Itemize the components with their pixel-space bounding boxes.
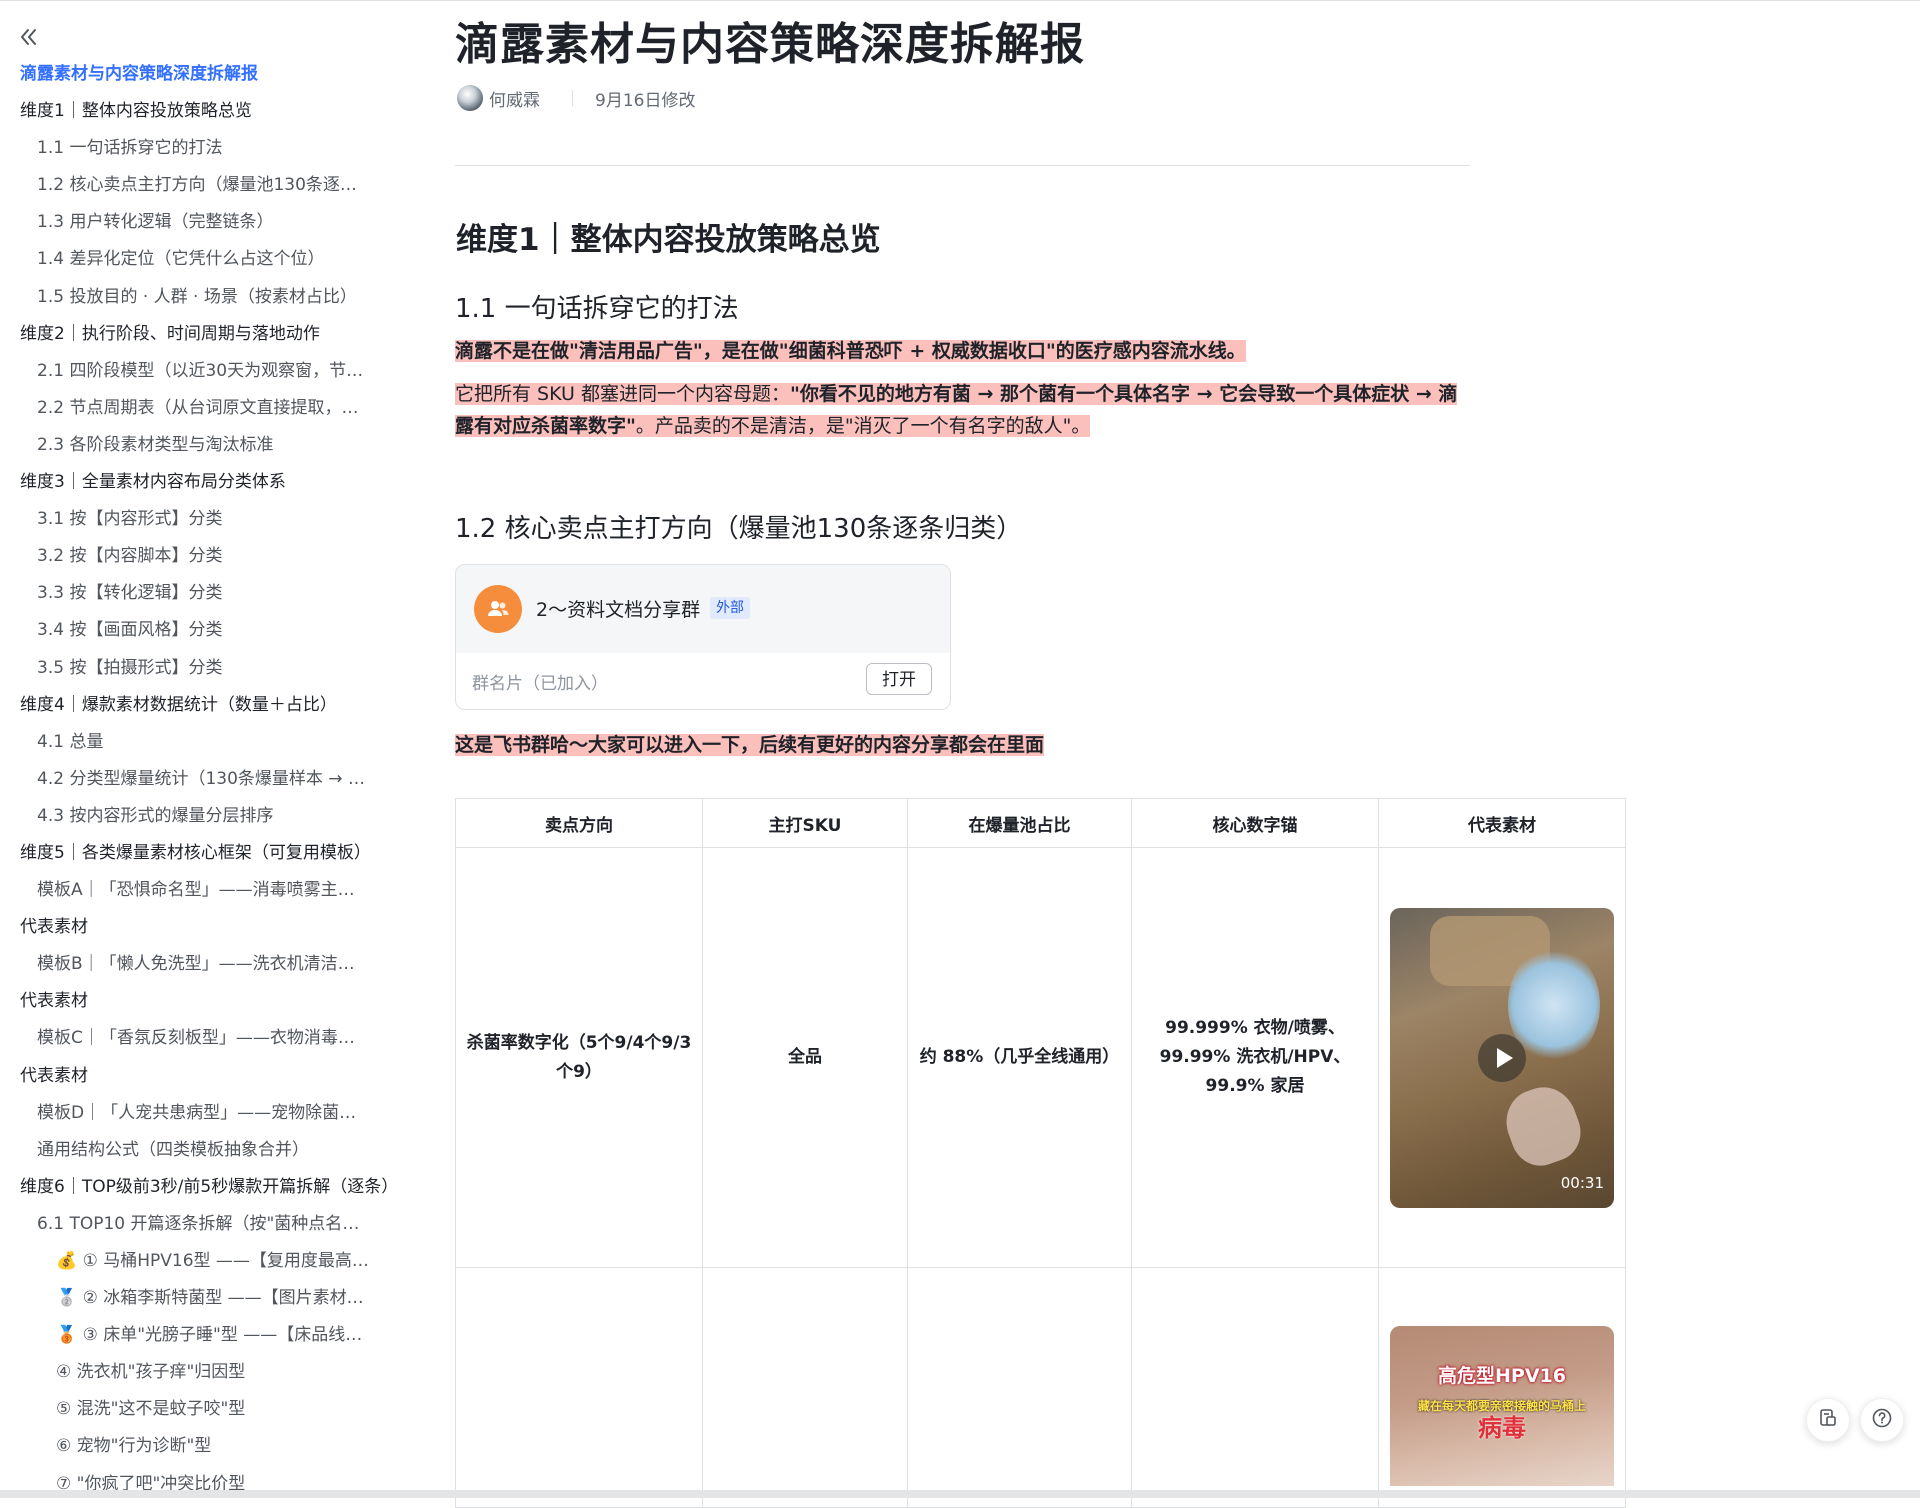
document-title: 滴露素材与内容策略深度拆解报 — [455, 19, 1085, 70]
outline-item[interactable]: 模板C｜「香氛反刻板型」——衣物消毒液模板 — [0, 1020, 370, 1057]
highlight-summary: 滴露不是在做"清洁用品广告"，是在做"细菌科普恐吓 + 权威数据收口"的医疗感内… — [455, 340, 1246, 362]
selling-points-table: 卖点方向 主打SKU 在爆量池占比 核心数字锚 代表素材 杀菌率数字化（5个9/… — [455, 798, 1626, 1508]
meta-divider — [572, 90, 573, 106]
outline-item[interactable]: 1.3 用户转化逻辑（完整链条） — [0, 204, 370, 241]
outline-item[interactable]: ⑦ "你疯了吧"冲突比价型 — [0, 1466, 370, 1490]
table-row: 杀菌率数字化（5个9/4个9/3个9） 全品 约 88%（几乎全线通用） 99.… — [455, 847, 1626, 1268]
table-cell — [1131, 1267, 1379, 1508]
outline-item[interactable]: 模板B｜「懒人免洗型」——洗衣机清洁液模板 — [0, 946, 370, 983]
table-cell — [702, 1267, 908, 1508]
open-group-button[interactable]: 打开 — [866, 663, 932, 695]
video-thumbnail[interactable]: 00:31 — [1390, 907, 1614, 1208]
table-cell: 全品 — [702, 847, 908, 1268]
thumbnail-hand — [1497, 1077, 1589, 1174]
outline-item[interactable]: 🥈 ② 冰箱李斯特菌型 ——【图片素材命中率高】 — [0, 1280, 370, 1317]
group-card-status: 群名片（已加入） — [472, 674, 608, 694]
outline-item[interactable]: 4.2 分类型爆量统计（130条爆量样本 → 分类） — [0, 761, 370, 798]
author-name[interactable]: 何威霖 — [489, 86, 540, 111]
outline-item[interactable]: 6.1 TOP10 开篇逐条拆解（按"菌种点名＋场景"） — [0, 1206, 370, 1243]
table-header: 代表素材 — [1378, 798, 1626, 848]
outline-item[interactable]: 4.1 总量 — [0, 724, 370, 761]
outline-item[interactable]: 1.1 一句话拆穿它的打法 — [0, 130, 370, 167]
external-badge: 外部 — [710, 597, 750, 619]
table-cell — [455, 1267, 703, 1508]
document-meta: 何威霖 9月16日修改 — [457, 84, 695, 112]
outline-item[interactable]: 维度4｜爆款素材数据统计（数量＋占比） — [0, 687, 400, 724]
table-header-row: 卖点方向 主打SKU 在爆量池占比 核心数字锚 代表素材 — [455, 798, 1626, 848]
outline-item[interactable]: 1.5 投放目的 · 人群 · 场景（按素材占比） — [0, 279, 370, 316]
thumbnail-caption-1: 高危型HPV16 — [1438, 1365, 1566, 1387]
table-cell-media: 00:31 — [1378, 847, 1626, 1268]
thumbnail-caption-3: 病毒 — [1478, 1414, 1526, 1442]
table-cell-media: 高危型HPV16 藏在每天都要亲密接触的马桶上 病毒 — [1378, 1267, 1626, 1508]
group-note: 这是飞书群哈～大家可以进入一下，后续有更好的内容分享都会在里面 — [455, 734, 1045, 756]
outline-item[interactable]: 通用结构公式（四类模板抽象合并） — [0, 1132, 370, 1169]
outline-item[interactable]: 3.4 按【画面风格】分类 — [0, 612, 370, 649]
outline-item[interactable]: ⑥ 宠物"行为诊断"型 — [0, 1428, 370, 1465]
play-icon[interactable] — [1478, 1033, 1526, 1082]
group-users-icon — [474, 585, 522, 633]
outline-item[interactable]: 3.3 按【转化逻辑】分类 — [0, 575, 370, 612]
table-cell: 杀菌率数字化（5个9/4个9/3个9） — [455, 847, 703, 1268]
outline-item[interactable]: 维度3｜全量素材内容布局分类体系 — [0, 464, 400, 501]
collapse-sidebar-icon[interactable] — [16, 24, 42, 50]
group-name: 2～资料文档分享群 — [536, 599, 701, 621]
outline-item[interactable]: 4.3 按内容形式的爆量分层排序 — [0, 798, 370, 835]
outline-sidebar: 滴露素材与内容策略深度拆解报 维度1｜整体内容投放策略总览 1.1 一句话拆穿它的打… — [0, 0, 400, 1490]
group-card[interactable]: 2～资料文档分享群 外部 群名片（已加入） 打开 — [455, 564, 951, 710]
table-row: 高危型HPV16 藏在每天都要亲密接触的马桶上 病毒 — [455, 1267, 1626, 1508]
highlight-paragraph: 它把所有 SKU 都塞进同一个内容母题："你看不见的地方有菌 → 那个菌有一个具… — [455, 383, 1458, 437]
outline-item[interactable]: 3.5 按【拍摄形式】分类 — [0, 650, 370, 687]
outline-item[interactable]: 维度5｜各类爆量素材核心框架（可复用模板） — [0, 835, 400, 872]
outline-item[interactable]: 1.4 差异化定位（它凭什么占这个位） — [0, 241, 370, 278]
video-duration: 00:31 — [1560, 1173, 1604, 1192]
modified-time: 9月16日修改 — [595, 90, 696, 111]
outline-item[interactable]: 滴露素材与内容策略深度拆解报 — [0, 56, 400, 93]
outline-item[interactable]: 2.1 四阶段模型（以近30天为观察窗，节奏拆解） — [0, 353, 370, 390]
outline-item[interactable]: ⑤ 混洗"这不是蚊子咬"型 — [0, 1391, 370, 1428]
outline-item[interactable]: 维度6｜TOP级前3秒/前5秒爆款开篇拆解（逐条） — [0, 1169, 400, 1206]
heading-dimension-1: 维度1｜整体内容投放策略总览 — [456, 222, 881, 258]
group-card-header: 2～资料文档分享群 外部 — [456, 565, 950, 653]
doc-gesture-icon — [1818, 1408, 1838, 1432]
outline-item[interactable]: 维度2｜执行阶段、时间周期与落地动作 — [0, 316, 400, 353]
video-thumbnail-2[interactable]: 高危型HPV16 藏在每天都要亲密接触的马桶上 病毒 — [1390, 1326, 1614, 1486]
outline-item[interactable]: ④ 洗衣机"孩子痒"归因型 — [0, 1354, 370, 1391]
outline-item[interactable]: 代表素材 — [0, 983, 400, 1020]
table-header: 在爆量池占比 — [907, 798, 1132, 848]
outline-item[interactable]: 代表素材 — [0, 1058, 400, 1095]
outline-item[interactable]: 维度1｜整体内容投放策略总览 — [0, 93, 400, 130]
table-header: 主打SKU — [702, 798, 908, 848]
outline-item[interactable]: 3.2 按【内容脚本】分类 — [0, 538, 370, 575]
author-avatar[interactable] — [457, 85, 483, 111]
outline-item[interactable]: 代表素材 — [0, 909, 400, 946]
table-cell: 99.999% 衣物/喷雾、99.99% 洗衣机/HPV、99.9% 家居 — [1131, 847, 1379, 1268]
outline-item[interactable]: 3.1 按【内容形式】分类 — [0, 501, 370, 538]
outline-item[interactable]: 2.2 节点周期表（从台词原文直接提取，按时间） — [0, 390, 370, 427]
table-cell — [907, 1267, 1132, 1508]
help-icon — [1871, 1407, 1893, 1433]
heading-1-1: 1.1 一句话拆穿它的打法 — [455, 294, 739, 324]
table-header: 卖点方向 — [455, 798, 703, 848]
outline-item[interactable]: 模板A｜「恐惧命名型」——消毒喷雾主力模板 — [0, 872, 370, 909]
outline-item[interactable]: 💰 ① 马桶HPV16型 ——【复用度最高，主力】 — [0, 1243, 370, 1280]
title-divider — [455, 165, 1470, 166]
heading-1-2: 1.2 核心卖点主打方向（爆量池130条逐条归类） — [455, 514, 1023, 544]
bottom-scrollbar[interactable] — [0, 1490, 1920, 1498]
doc-gesture-button[interactable] — [1806, 1398, 1850, 1442]
outline-item[interactable]: 2.3 各阶段素材类型与淘汰标准 — [0, 427, 370, 464]
outline-list: 滴露素材与内容策略深度拆解报 维度1｜整体内容投放策略总览 1.1 一句话拆穿它的打… — [0, 56, 400, 1490]
table-cell: 约 88%（几乎全线通用） — [907, 847, 1132, 1268]
outline-item[interactable]: 1.2 核心卖点主打方向（爆量池130条逐条归类） — [0, 167, 370, 204]
outline-item[interactable]: 模板D｜「人宠共患病型」——宠物除菌喷雾模板 — [0, 1095, 370, 1132]
table-header: 核心数字锚 — [1131, 798, 1379, 848]
outline-item[interactable]: 🥉 ③ 床单"光膀子睡"型 ——【床品线最强】 — [0, 1317, 370, 1354]
help-button[interactable] — [1860, 1398, 1904, 1442]
